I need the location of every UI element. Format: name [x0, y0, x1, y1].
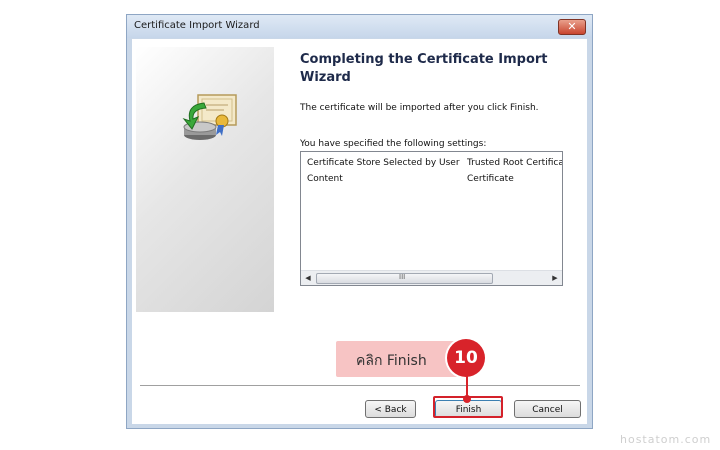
button-separator — [140, 385, 580, 387]
scroll-left-icon[interactable]: ◀ — [302, 272, 314, 284]
wizard-description: The certificate will be imported after y… — [300, 103, 539, 113]
certificate-import-icon — [182, 94, 237, 140]
list-item[interactable]: Content Certificate — [307, 174, 562, 188]
back-button[interactable]: < Back — [365, 400, 416, 418]
wizard-side-panel — [136, 47, 274, 312]
setting-name: Content — [307, 174, 343, 184]
setting-name: Certificate Store Selected by User — [307, 158, 460, 168]
settings-list[interactable]: Certificate Store Selected by User Trust… — [300, 151, 563, 286]
scroll-right-icon[interactable]: ▶ — [549, 272, 561, 284]
setting-value: Trusted Root Certifica — [467, 158, 563, 168]
wizard-heading: Completing the Certificate Import Wizard — [300, 52, 548, 85]
finish-button-highlight — [433, 396, 503, 418]
title-bar: Certificate Import Wizard ✕ — [127, 15, 592, 38]
settings-label: You have specified the following setting… — [300, 139, 487, 149]
scrollbar-thumb[interactable]: III — [316, 273, 493, 284]
close-icon[interactable]: ✕ — [558, 19, 586, 35]
scroll-grip-icon: III — [399, 273, 406, 281]
setting-value: Certificate — [467, 174, 514, 184]
horizontal-scrollbar[interactable]: ◀ III ▶ — [301, 270, 562, 285]
step-number-badge: 10 — [447, 339, 485, 377]
instruction-callout: คลิก Finish — [336, 341, 458, 377]
list-item[interactable]: Certificate Store Selected by User Trust… — [307, 158, 563, 172]
callout-text: คลิก Finish — [356, 353, 427, 369]
window-title: Certificate Import Wizard — [134, 20, 260, 31]
cancel-button[interactable]: Cancel — [514, 400, 581, 418]
watermark: hostatom.com — [620, 433, 712, 446]
